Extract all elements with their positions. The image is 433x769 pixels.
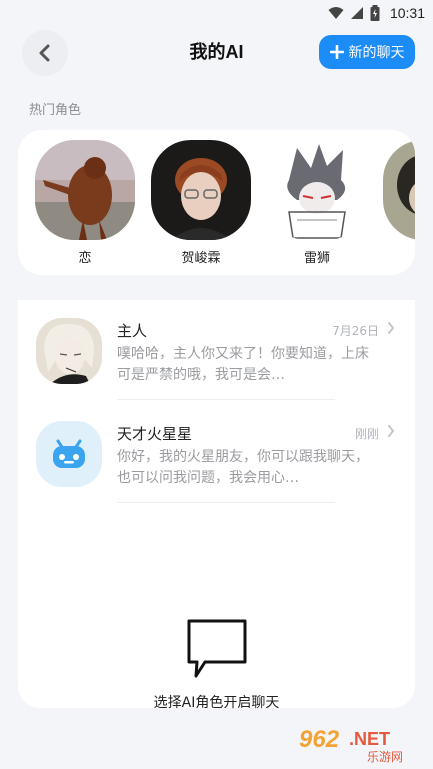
chat-avatar xyxy=(36,421,102,487)
empty-state: 选择AI角色开启聊天 xyxy=(18,618,415,712)
status-time: 10:31 xyxy=(389,5,425,21)
svg-text:.NET: .NET xyxy=(349,729,390,749)
chat-bubble-icon xyxy=(187,619,246,678)
popular-characters-carousel[interactable]: 恋 贺峻霖 雷狮 xyxy=(18,130,415,275)
chat-timestamp: 刚刚 xyxy=(354,427,379,441)
character-avatar xyxy=(267,140,367,240)
svg-text:962: 962 xyxy=(299,726,340,753)
chat-avatar xyxy=(36,318,102,384)
empty-state-text: 选择AI角色开启聊天 xyxy=(153,695,280,711)
battery-icon xyxy=(370,5,380,21)
new-chat-label: 新的聊天 xyxy=(348,45,405,61)
character-name: 贺峻霖 xyxy=(181,251,221,266)
chat-list: 主人 7月26日 噗哈哈，主人你又来了！你要知道，上床可是严禁的哦，我可是会… … xyxy=(18,300,415,711)
character-avatar xyxy=(383,140,415,240)
divider xyxy=(117,399,335,400)
chat-timestamp: 7月26日 xyxy=(332,324,379,338)
character-card[interactable]: 恋 xyxy=(35,140,135,266)
chat-preview: 噗哈哈，主人你又来了！你要知道，上床可是严禁的哦，我可是会… xyxy=(117,346,369,383)
watermark-logo: 962 .NET 乐游网 xyxy=(297,723,427,764)
wifi-icon xyxy=(328,7,344,19)
signal-icon xyxy=(350,7,363,19)
character-name: 雷狮 xyxy=(303,251,330,266)
character-card[interactable] xyxy=(383,140,415,247)
character-card[interactable]: 雷狮 xyxy=(267,140,367,266)
chat-name: 主人 xyxy=(117,322,148,340)
character-avatar xyxy=(151,140,251,240)
character-avatar xyxy=(35,140,135,240)
character-card[interactable]: 贺峻霖 xyxy=(151,140,251,266)
chat-name: 天才火星星 xyxy=(117,425,193,443)
robot-icon xyxy=(36,421,102,487)
chat-preview: 你好，我的火星朋友，你可以跟我聊天，也可以问我问题，我会用心… xyxy=(117,449,369,486)
section-label-popular: 热门角色 xyxy=(29,103,82,118)
chat-list-item[interactable]: 主人 7月26日 噗哈哈，主人你又来了！你要知道，上床可是严禁的哦，我可是会… xyxy=(18,300,415,400)
chevron-right-icon xyxy=(388,322,395,334)
status-icons: 10:31 xyxy=(328,3,425,23)
character-name: 恋 xyxy=(78,251,92,266)
chat-list-item[interactable]: 天才火星星 刚刚 你好，我的火星朋友，你可以跟我聊天，也可以问我问题，我会用心… xyxy=(18,403,415,503)
chevron-right-icon xyxy=(388,425,395,437)
status-bar: 10:31 xyxy=(0,0,433,26)
divider xyxy=(117,502,335,503)
plus-icon xyxy=(329,45,344,59)
svg-text:乐游网: 乐游网 xyxy=(367,750,403,763)
new-chat-button[interactable]: 新的聊天 xyxy=(319,35,415,69)
